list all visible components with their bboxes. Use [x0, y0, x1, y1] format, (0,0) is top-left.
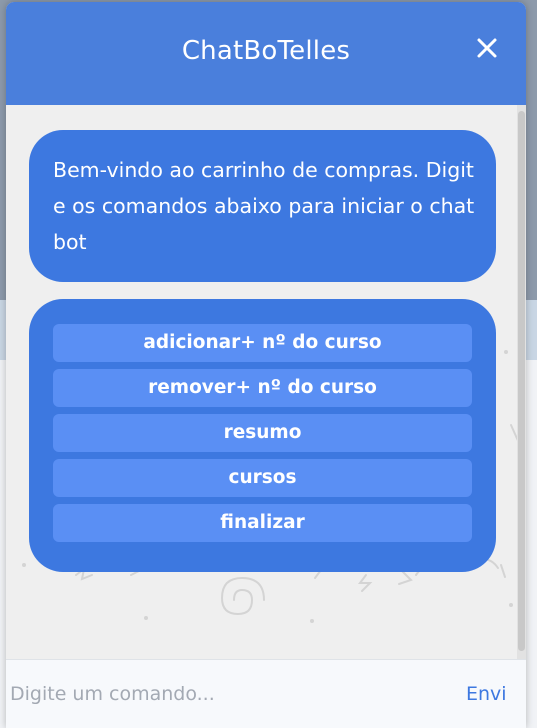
- chat-title: ChatBoTelles: [181, 36, 351, 66]
- command-button-remover[interactable]: remover+ nº do curso: [53, 369, 472, 407]
- input-bar: Envi: [6, 659, 526, 728]
- welcome-message-text: Bem-vindo ao carrinho de compras. Digite…: [53, 158, 475, 254]
- scrollbar-thumb[interactable]: [518, 111, 525, 651]
- command-button-resumo[interactable]: resumo: [53, 414, 472, 452]
- command-button-finalizar[interactable]: finalizar: [53, 504, 472, 542]
- commands-bubble: adicionar+ nº do curso remover+ nº do cu…: [29, 299, 496, 572]
- scrollbar[interactable]: [517, 105, 526, 660]
- command-button-cursos[interactable]: cursos: [53, 459, 472, 497]
- welcome-message-bubble: Bem-vindo ao carrinho de compras. Digite…: [29, 130, 496, 282]
- chat-header: ChatBoTelles: [6, 2, 526, 105]
- close-button[interactable]: [470, 32, 502, 64]
- chat-window: ChatBoTelles Bem-vindo ao carrinho de co…: [6, 2, 526, 728]
- command-button-adicionar[interactable]: adicionar+ nº do curso: [53, 324, 472, 362]
- close-icon: [477, 38, 497, 58]
- command-input[interactable]: [10, 672, 450, 716]
- send-button[interactable]: Envi: [466, 672, 512, 716]
